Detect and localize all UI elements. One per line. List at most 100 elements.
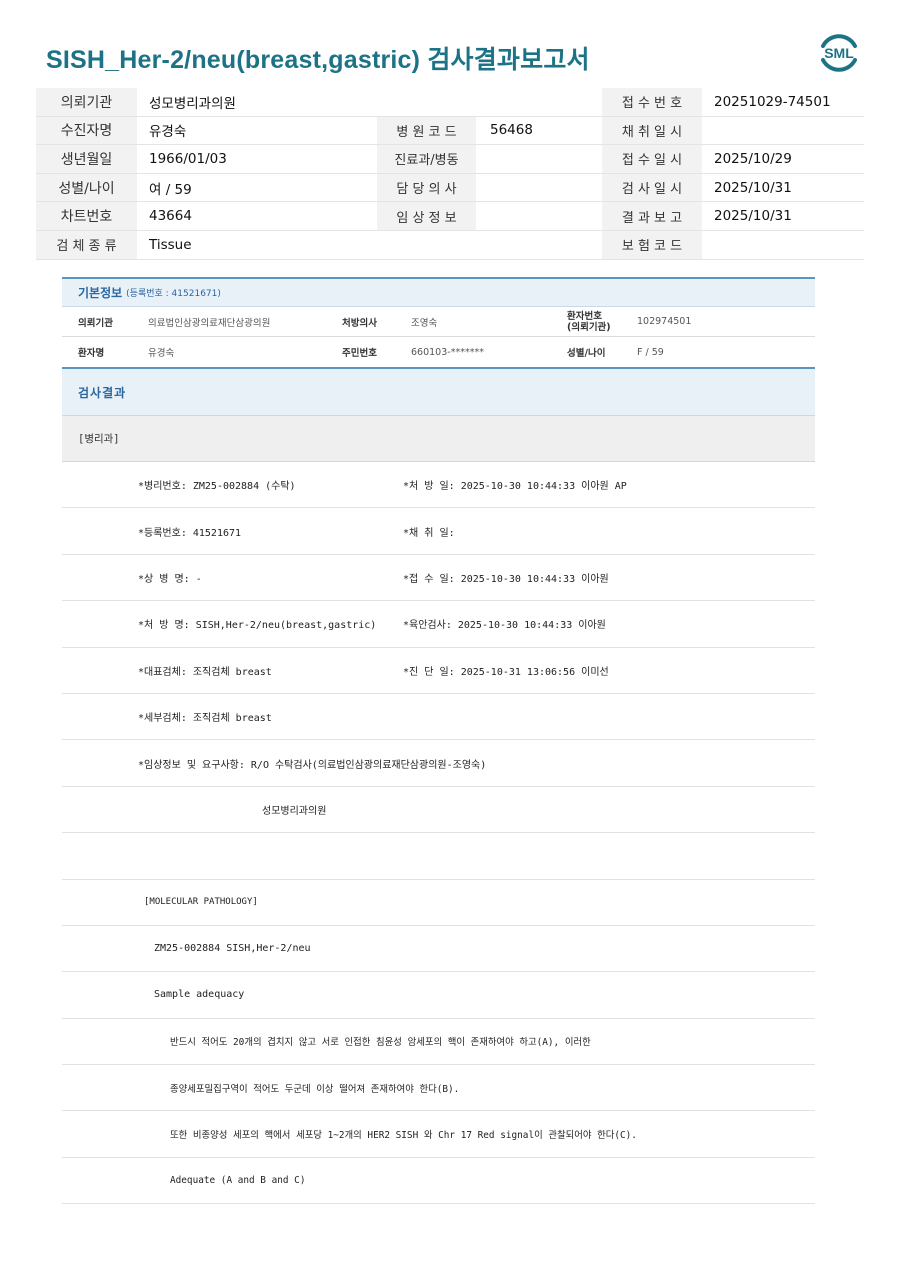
info-label bbox=[377, 231, 476, 259]
result-field: ZM25-002884 SISH,Her-2/neu bbox=[154, 943, 311, 955]
basic-info-section: 기본정보 (등록번호 : 41521671) 의뢰기관 의료법인삼광의료재단삼광… bbox=[62, 277, 815, 367]
result-line: *세부검체: 조직검체 breast bbox=[62, 694, 815, 741]
info-row: 생년월일 1966/01/03 진료과/병동 접 수 일 시 2025/10/2… bbox=[36, 145, 864, 174]
info-label: 검 체 종 류 bbox=[36, 230, 137, 259]
result-line: *처 방 명: SISH,Her-2/neu(breast,gastric) *… bbox=[62, 601, 815, 648]
result-field: *채 취 일: bbox=[403, 527, 455, 539]
patient-info-table: 의뢰기관 성모병리과의원 접 수 번 호 20251029-74501 수진자명… bbox=[36, 88, 864, 260]
info-label: 병 원 코 드 bbox=[377, 116, 476, 145]
info-value: 성모병리과의원 bbox=[149, 95, 236, 112]
result-field: 성모병리과의원 bbox=[262, 805, 327, 817]
basic-value: F / 59 bbox=[637, 346, 664, 358]
result-field: *임상정보 및 요구사항: R/O 수탁검사(의료법인삼광의료재단삼광의원-조영… bbox=[138, 759, 487, 771]
basic-value: 조영숙 bbox=[411, 317, 438, 329]
result-line: ZM25-002884 SISH,Her-2/neu bbox=[62, 926, 815, 973]
sml-logo: SML bbox=[816, 30, 862, 76]
info-label: 수진자명 bbox=[36, 116, 137, 145]
result-line: *임상정보 및 요구사항: R/O 수탁검사(의료법인삼광의료재단삼광의원-조영… bbox=[62, 740, 815, 787]
info-value: Tissue bbox=[149, 236, 192, 253]
info-value: 2025/10/29 bbox=[714, 150, 792, 167]
info-value: 2025/10/31 bbox=[714, 208, 792, 225]
result-field: 또한 비종양성 세포의 핵에서 세포당 1~2개의 HER2 SISH 와 Ch… bbox=[170, 1130, 637, 1142]
info-value bbox=[702, 231, 864, 259]
registration-number: (등록번호 : 41521671) bbox=[126, 289, 221, 299]
info-row: 성별/나이 여 / 59 담 당 의 사 검 사 일 시 2025/10/31 bbox=[36, 173, 864, 203]
result-header: 검사결과 bbox=[62, 367, 815, 415]
info-label: 채 취 일 시 bbox=[602, 116, 702, 145]
info-label bbox=[377, 88, 476, 116]
info-label: 차트번호 bbox=[36, 202, 137, 230]
info-value bbox=[476, 174, 602, 202]
result-line: 종양세포밀집구역이 적어도 두군데 이상 떨어져 존재하여야 한다(B). bbox=[62, 1065, 815, 1112]
info-value bbox=[476, 145, 602, 173]
info-value: 56468 bbox=[490, 122, 533, 139]
info-label: 담 당 의 사 bbox=[377, 173, 476, 202]
result-line: Sample adequacy bbox=[62, 972, 815, 1019]
basic-value: 102974501 bbox=[637, 316, 692, 327]
info-label: 검 사 일 시 bbox=[602, 173, 702, 202]
result-field: *접 수 일: 2025-10-30 10:44:33 이아원 bbox=[403, 573, 609, 585]
result-field: 종양세포밀집구역이 적어도 두군데 이상 떨어져 존재하여야 한다(B). bbox=[170, 1083, 460, 1095]
basic-info-row: 의뢰기관 의료법인삼광의료재단삼광의원 처방의사 조영숙 환자번호 (의뢰기관)… bbox=[62, 307, 815, 337]
info-value bbox=[702, 117, 864, 145]
basic-value: 의료법인삼광의료재단삼광의원 bbox=[148, 317, 271, 329]
basic-info-header: 기본정보 (등록번호 : 41521671) bbox=[62, 279, 815, 307]
result-line: *대표검체: 조직검체 breast *진 단 일: 2025-10-31 13… bbox=[62, 648, 815, 694]
result-field: *육안검사: 2025-10-30 10:44:33 이아원 bbox=[403, 620, 606, 632]
info-value: 20251029-74501 bbox=[714, 93, 831, 110]
info-row: 검 체 종 류 Tissue 보 험 코 드 bbox=[36, 230, 864, 260]
basic-label: 주민번호 bbox=[342, 348, 377, 359]
result-field: *세부검체: 조직검체 breast bbox=[138, 713, 272, 725]
info-value: 여 / 59 bbox=[149, 181, 192, 198]
result-line: [MOLECULAR PATHOLOGY] bbox=[62, 880, 815, 926]
info-row: 수진자명 유경숙 병 원 코 드 56468 채 취 일 시 bbox=[36, 116, 864, 146]
info-label: 접 수 일 시 bbox=[602, 145, 702, 173]
result-line bbox=[62, 833, 815, 880]
info-label: 결 과 보 고 bbox=[602, 202, 702, 230]
basic-label: 성별/나이 bbox=[567, 348, 606, 359]
info-label: 보 험 코 드 bbox=[602, 230, 702, 259]
result-field: *등록번호: 41521671 bbox=[138, 527, 242, 539]
result-field: [MOLECULAR PATHOLOGY] bbox=[144, 897, 258, 908]
info-value bbox=[476, 88, 602, 116]
result-field: 반드시 적어도 20개의 겹치지 않고 서로 인접한 침윤성 암세포의 핵이 존… bbox=[170, 1037, 591, 1049]
basic-label: 의뢰기관 bbox=[78, 317, 113, 329]
info-row: 차트번호 43664 임 상 정 보 결 과 보 고 2025/10/31 bbox=[36, 202, 864, 231]
report-title: SISH_Her-2/neu(breast,gastric) 검사결과보고서 bbox=[46, 46, 590, 74]
result-line: 성모병리과의원 bbox=[62, 787, 815, 834]
result-line: *등록번호: 41521671 *채 취 일: bbox=[62, 508, 815, 555]
basic-info-row: 환자명 유경숙 주민번호 660103-******* 성별/나이 F / 59 bbox=[62, 337, 815, 367]
info-label: 성별/나이 bbox=[36, 173, 137, 202]
info-value: 1966/01/03 bbox=[149, 150, 227, 167]
basic-value: 유경숙 bbox=[148, 348, 175, 359]
info-label: 의뢰기관 bbox=[36, 88, 137, 116]
result-line: *병리번호: ZM25-002884 (수탁) *처 방 일: 2025-10-… bbox=[62, 462, 815, 509]
info-row: 의뢰기관 성모병리과의원 접 수 번 호 20251029-74501 bbox=[36, 88, 864, 117]
info-label: 접 수 번 호 bbox=[602, 88, 702, 116]
result-field: *상 병 명: - bbox=[138, 573, 202, 585]
result-field: *진 단 일: 2025-10-31 13:06:56 이미선 bbox=[403, 666, 609, 678]
result-field: *대표검체: 조직검체 breast bbox=[138, 666, 272, 678]
basic-label: 처방의사 bbox=[342, 317, 377, 329]
result-line: 또한 비종양성 세포의 핵에서 세포당 1~2개의 HER2 SISH 와 Ch… bbox=[62, 1111, 815, 1158]
result-field: Adequate (A and B and C) bbox=[170, 1175, 306, 1187]
info-value bbox=[476, 231, 602, 259]
result-field: *병리번호: ZM25-002884 (수탁) bbox=[138, 481, 296, 493]
result-line: *상 병 명: - *접 수 일: 2025-10-30 10:44:33 이아… bbox=[62, 555, 815, 602]
result-field: Sample adequacy bbox=[154, 989, 245, 1001]
basic-label: 환자명 bbox=[78, 348, 105, 359]
basic-value: 660103-******* bbox=[411, 346, 484, 358]
info-value: 유경숙 bbox=[149, 124, 187, 141]
basic-label-line: 환자번호 bbox=[567, 310, 602, 322]
result-line: 반드시 적어도 20개의 겹치지 않고 서로 인접한 침윤성 암세포의 핵이 존… bbox=[62, 1019, 815, 1066]
result-field: *처 방 일: 2025-10-30 10:44:33 이아원 AP bbox=[403, 481, 627, 493]
result-field: *처 방 명: SISH,Her-2/neu(breast,gastric) bbox=[138, 620, 377, 632]
basic-info-title: 기본정보 bbox=[78, 286, 123, 300]
info-label: 진료과/병동 bbox=[377, 145, 476, 173]
info-value bbox=[476, 202, 602, 230]
info-value: 2025/10/31 bbox=[714, 179, 792, 196]
result-line: Adequate (A and B and C) bbox=[62, 1158, 815, 1205]
info-label: 임 상 정 보 bbox=[377, 202, 476, 230]
department-label: [병리과] bbox=[62, 415, 815, 462]
basic-label: 환자번호 (의뢰기관) bbox=[567, 307, 611, 336]
